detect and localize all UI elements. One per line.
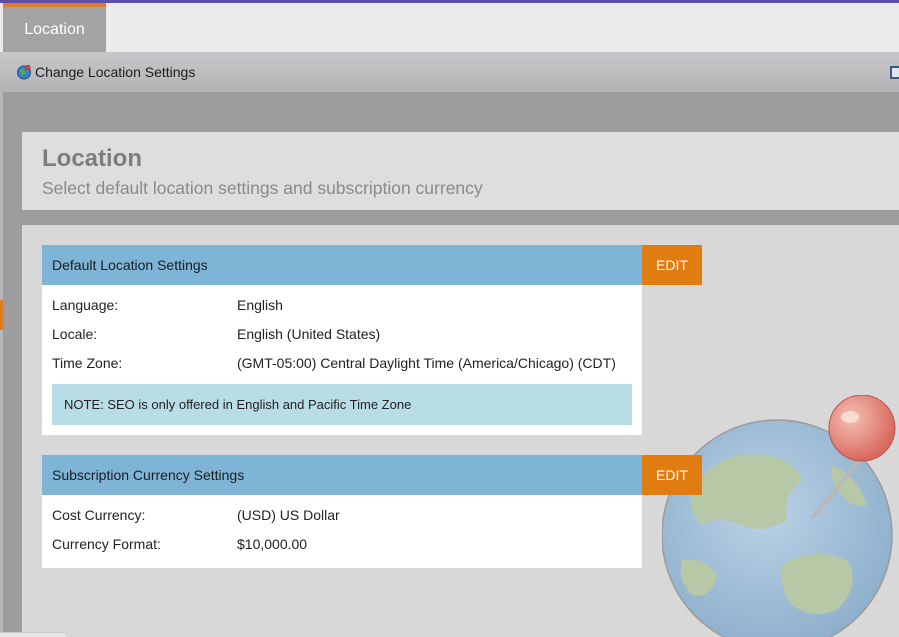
left-edge xyxy=(0,92,3,637)
currency-format-row: Currency Format: $10,000.00 xyxy=(42,528,642,557)
toolbar: Change Location Settings xyxy=(0,52,899,92)
locale-row: Locale: English (United States) xyxy=(42,318,642,347)
page-title: Location xyxy=(42,145,142,172)
locale-label: Locale: xyxy=(52,326,98,342)
globe-pin-illustration xyxy=(662,395,896,637)
panel-toggle-icon[interactable] xyxy=(890,66,899,79)
cost-currency-value: (USD) US Dollar xyxy=(237,507,340,523)
globe-icon xyxy=(16,64,32,80)
default-location-settings-panel: Default Location Settings EDIT Language:… xyxy=(42,245,702,435)
language-label: Language: xyxy=(52,297,119,313)
page-header: Location Select default location setting… xyxy=(22,132,899,210)
time-zone-row: Time Zone: (GMT-05:00) Central Daylight … xyxy=(42,347,642,376)
default-location-settings-heading: Default Location Settings xyxy=(42,245,642,285)
left-orange-marker xyxy=(0,300,3,330)
change-location-settings-button[interactable]: Change Location Settings xyxy=(16,64,195,80)
cost-currency-label: Cost Currency: xyxy=(52,507,146,523)
language-row: Language: English xyxy=(42,289,642,318)
bottom-scroll-edge xyxy=(0,632,66,637)
subscription-currency-settings-heading: Subscription Currency Settings xyxy=(42,455,642,495)
change-location-settings-label: Change Location Settings xyxy=(35,64,196,80)
cost-currency-row: Cost Currency: (USD) US Dollar xyxy=(42,499,642,528)
edit-subscription-currency-button[interactable]: EDIT xyxy=(642,455,702,495)
tab-bar: Location xyxy=(0,3,899,52)
locale-value: English (United States) xyxy=(237,326,381,342)
time-zone-value: (GMT-05:00) Central Daylight Time (Ameri… xyxy=(237,355,616,371)
currency-format-value: $10,000.00 xyxy=(237,536,308,552)
seo-note: NOTE: SEO is only offered in English and… xyxy=(52,384,632,425)
time-zone-label: Time Zone: xyxy=(52,355,123,371)
tab-location[interactable]: Location xyxy=(3,3,106,52)
edit-default-location-button[interactable]: EDIT xyxy=(642,245,702,285)
subscription-currency-settings-panel: Subscription Currency Settings EDIT Cost… xyxy=(42,455,702,568)
language-value: English xyxy=(237,297,283,313)
currency-format-label: Currency Format: xyxy=(52,536,161,552)
page-subtitle: Select default location settings and sub… xyxy=(42,178,483,198)
content-area: Default Location Settings EDIT Language:… xyxy=(22,225,899,637)
